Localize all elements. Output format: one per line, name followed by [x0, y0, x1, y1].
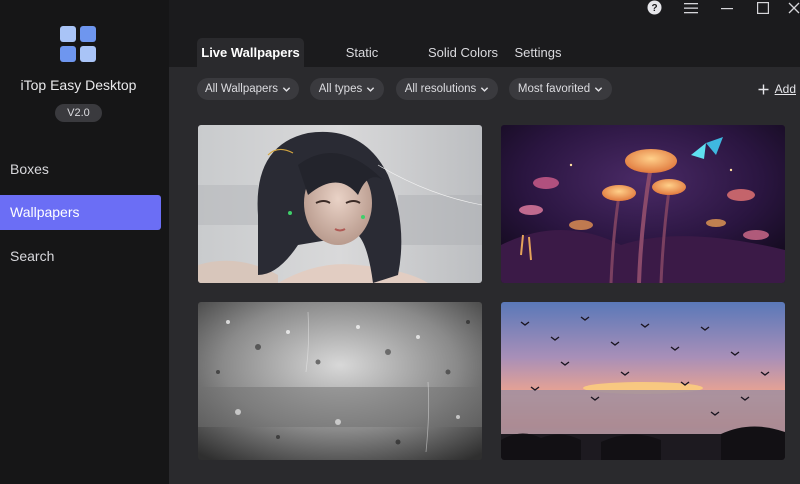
minimize-icon[interactable] — [718, 0, 736, 15]
app-window: iTop Easy Desktop V2.0 Boxes Wallpapers … — [0, 0, 800, 484]
close-icon[interactable] — [788, 0, 800, 15]
chevron-down-icon — [282, 86, 291, 92]
app-name: iTop Easy Desktop — [20, 77, 137, 93]
sidebar-item-search[interactable]: Search — [0, 239, 161, 274]
plus-icon — [758, 84, 769, 94]
tab-settings[interactable]: Settings — [513, 38, 563, 67]
maximize-icon[interactable] — [754, 0, 772, 15]
filter-all-wallpapers[interactable]: All Wallpapers — [197, 78, 299, 100]
filter-most-favorited[interactable]: Most favorited — [509, 78, 612, 100]
rainy-window-image[interactable] — [198, 302, 482, 460]
filter-label: Most favorited — [517, 83, 591, 95]
sunset-birds-image[interactable] — [501, 302, 785, 460]
sidebar-item-wallpapers[interactable]: Wallpapers — [0, 195, 161, 230]
filter-label: All Wallpapers — [204, 83, 279, 95]
chevron-down-icon — [594, 86, 603, 92]
add-label: Add — [774, 82, 796, 96]
tab-solid-colors[interactable]: Solid Colors — [426, 38, 500, 67]
filter-label: All resolutions — [404, 83, 477, 95]
glowing-mushroom-forest-image[interactable] — [501, 125, 785, 283]
filter-label: All types — [318, 83, 363, 95]
help-icon[interactable]: ? — [646, 0, 662, 15]
tab-bar: Live Wallpapers Static Wallpapers Solid … — [169, 36, 800, 89]
wallpaper-panel: All Wallpapers All types All resolutions… — [169, 67, 800, 484]
svg-text:?: ? — [651, 3, 657, 14]
menu-icon[interactable] — [682, 0, 700, 15]
filter-all-resolutions[interactable]: All resolutions — [396, 78, 498, 100]
app-logo-icon — [59, 25, 97, 63]
filter-all-types[interactable]: All types — [310, 78, 384, 100]
sidebar: iTop Easy Desktop V2.0 Boxes Wallpapers … — [0, 0, 169, 484]
chevron-down-icon — [481, 86, 489, 92]
add-button[interactable]: Add — [758, 80, 796, 98]
sidebar-item-boxes[interactable]: Boxes — [0, 152, 161, 187]
version-badge: V2.0 — [55, 104, 102, 122]
anime-girl-portrait-image[interactable] — [198, 125, 482, 283]
tab-static-wallpapers[interactable]: Static Wallpapers — [312, 38, 412, 89]
tab-live-wallpapers[interactable]: Live Wallpapers — [197, 38, 304, 67]
chevron-down-icon — [367, 86, 375, 92]
